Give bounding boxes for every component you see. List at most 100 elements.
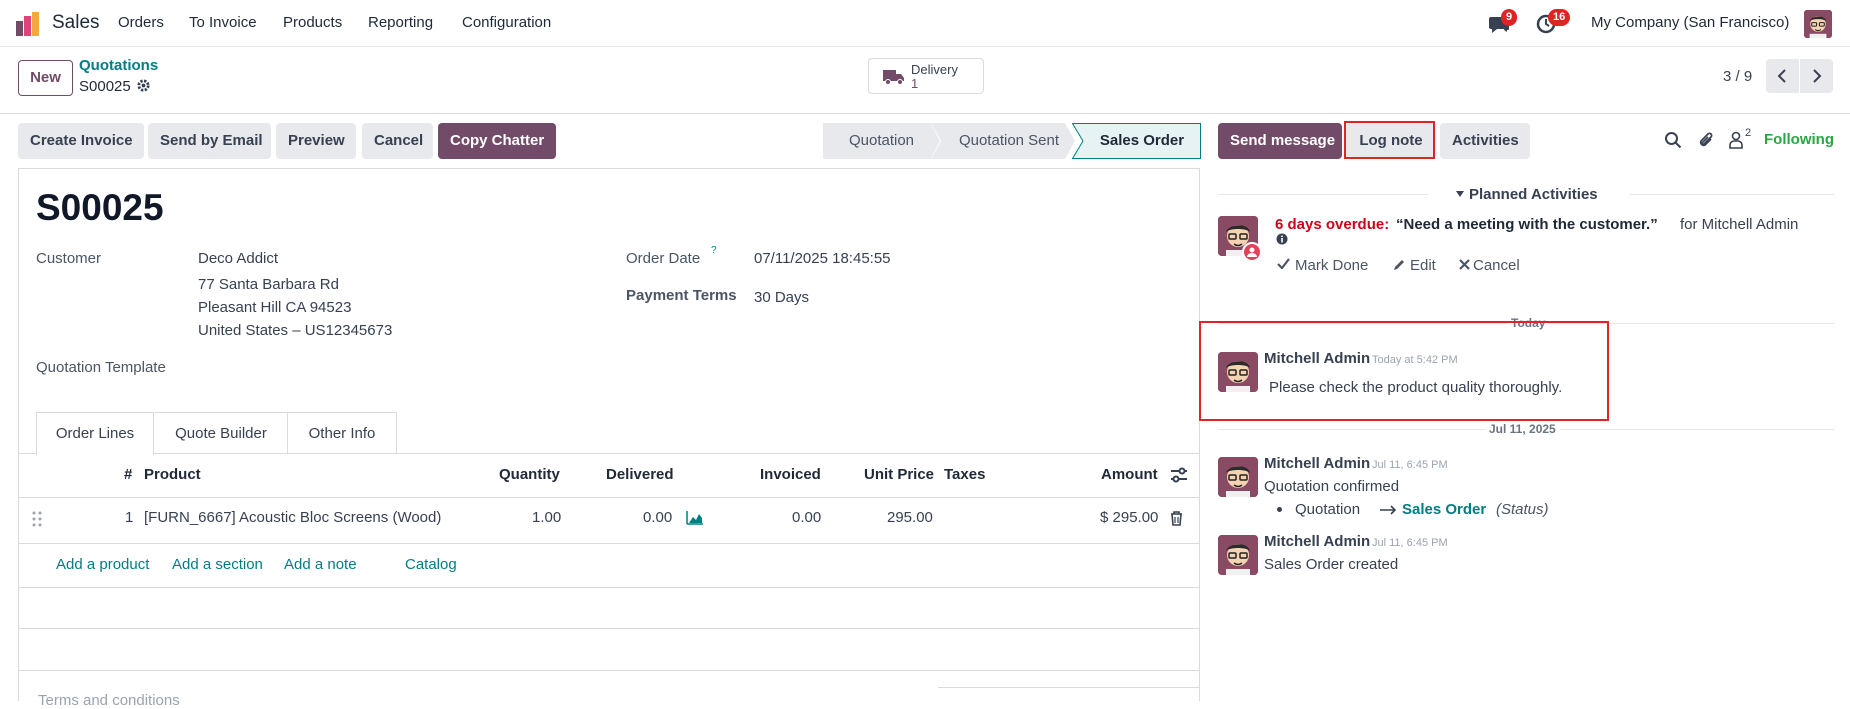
activity-overdue: 6 days overdue: — [1275, 216, 1390, 233]
following-button[interactable]: Following — [1764, 131, 1834, 148]
copy-chatter-button[interactable]: Copy Chatter — [438, 123, 556, 159]
order-date-value[interactable]: 07/11/2025 18:45:55 — [754, 250, 891, 267]
message-avatar-2 — [1218, 457, 1258, 497]
add-note-link[interactable]: Add a note — [284, 556, 357, 573]
check-icon[interactable] — [1277, 258, 1290, 269]
edit-activity-link[interactable]: Edit — [1410, 257, 1436, 274]
sales-app-icon[interactable] — [16, 12, 42, 36]
col-invoiced[interactable]: Invoiced — [760, 466, 821, 483]
tracking-field: (Status) — [1496, 501, 1549, 518]
gear-icon[interactable] — [136, 78, 151, 93]
col-amount[interactable]: Amount — [1101, 466, 1158, 483]
menu-products[interactable]: Products — [283, 14, 342, 31]
col-unit-price[interactable]: Unit Price — [864, 466, 934, 483]
followers-count: 2 — [1745, 127, 1752, 139]
payment-terms-label: Payment Terms — [626, 287, 737, 304]
tab-quote-builder[interactable]: Quote Builder — [155, 412, 288, 454]
empty-row-divider-2 — [18, 628, 1200, 629]
delivery-label: Delivery — [911, 62, 958, 77]
info-icon[interactable] — [1276, 233, 1288, 245]
times-icon[interactable] — [1459, 259, 1470, 270]
arrow-right-icon — [1380, 505, 1398, 515]
tab-order-lines[interactable]: Order Lines — [36, 412, 154, 455]
pencil-icon[interactable] — [1393, 258, 1406, 271]
message-time-3: Jul 11, 6:45 PM — [1372, 537, 1448, 549]
order-title: S00025 — [36, 187, 164, 228]
pager-next[interactable] — [1800, 59, 1833, 93]
row-quantity[interactable]: 1.00 — [532, 509, 561, 526]
delivery-count: 1 — [911, 76, 919, 91]
order-date-help[interactable]: ? — [711, 245, 717, 256]
quotation-template-label: Quotation Template — [36, 359, 166, 376]
add-section-link[interactable]: Add a section — [172, 556, 263, 573]
company-switcher[interactable]: My Company (San Francisco) — [1591, 14, 1789, 31]
pager-previous[interactable] — [1766, 59, 1799, 93]
user-avatar[interactable] — [1804, 10, 1832, 38]
row-product-link[interactable]: [FURN_6667] Acoustic Bloc Screens (Wood) — [144, 509, 441, 526]
forecast-chart-icon[interactable] — [686, 510, 704, 525]
message-author-3[interactable]: Mitchell Admin — [1264, 533, 1370, 550]
paperclip-icon[interactable] — [1697, 130, 1715, 150]
address-line-2: Pleasant Hill CA 94523 — [198, 299, 352, 316]
planned-divider-right — [1630, 194, 1834, 195]
create-invoice-button[interactable]: Create Invoice — [18, 123, 144, 159]
delivery-smart-button[interactable]: Delivery 1 — [868, 58, 984, 94]
search-icon[interactable] — [1664, 131, 1682, 149]
stage-quotation[interactable]: Quotation — [823, 123, 940, 159]
control-panel: New Quotations S00025 Delivery 1 3 / 9 — [0, 47, 1850, 114]
menu-reporting[interactable]: Reporting — [368, 14, 433, 31]
col-product[interactable]: Product — [144, 466, 201, 483]
address-line-3: United States – US12345673 — [198, 322, 393, 339]
catalog-link[interactable]: Catalog — [405, 556, 457, 573]
send-by-email-button[interactable]: Send by Email — [148, 123, 271, 159]
activities-button[interactable]: Activities — [1440, 123, 1530, 159]
empty-row-divider-3 — [18, 670, 1200, 671]
messages-badge: 9 — [1501, 9, 1518, 26]
row-amount: $ 295.00 — [1100, 509, 1159, 526]
preview-button[interactable]: Preview — [276, 123, 356, 159]
payment-terms-value[interactable]: 30 Days — [754, 289, 809, 306]
stage-sales-order[interactable]: Sales Order — [1072, 123, 1201, 159]
new-button[interactable]: New — [18, 60, 73, 96]
stage-quotation-sent[interactable]: Quotation Sent — [931, 123, 1075, 159]
truck-icon — [883, 68, 905, 86]
customer-link[interactable]: Deco Addict — [198, 250, 278, 267]
planned-activities-title[interactable]: Planned Activities — [1469, 186, 1598, 203]
activity-assignee: for Mitchell Admin — [1680, 216, 1799, 233]
activity-summary: “Need a meeting with the customer.” — [1396, 216, 1658, 233]
message-avatar-1 — [1218, 352, 1258, 392]
message-body-2: Quotation confirmed — [1264, 478, 1400, 495]
optional-columns-toggle-icon[interactable] — [1170, 467, 1188, 483]
message-author-1[interactable]: Mitchell Admin — [1264, 350, 1370, 367]
send-message-button[interactable]: Send message — [1218, 123, 1342, 159]
cancel-button[interactable]: Cancel — [362, 123, 433, 159]
add-product-link[interactable]: Add a product — [56, 556, 149, 573]
stage-sales-order-label: Sales Order — [1099, 132, 1185, 149]
col-quantity[interactable]: Quantity — [499, 466, 560, 483]
row-invoiced: 0.00 — [792, 509, 822, 526]
message-author-2[interactable]: Mitchell Admin — [1264, 455, 1370, 472]
totals-divider — [938, 687, 1200, 688]
menu-configuration[interactable]: Configuration — [462, 14, 551, 31]
caret-down-icon[interactable] — [1455, 189, 1465, 199]
menu-to-invoice[interactable]: To Invoice — [189, 14, 257, 31]
pager-value[interactable]: 3 / 9 — [1723, 68, 1752, 85]
col-delivered[interactable]: Delivered — [606, 466, 674, 483]
menu-orders[interactable]: Orders — [118, 14, 164, 31]
col-taxes[interactable]: Taxes — [944, 466, 985, 483]
breadcrumb-quotations[interactable]: Quotations — [79, 57, 158, 74]
app-name[interactable]: Sales — [52, 12, 100, 34]
tab-other-info[interactable]: Other Info — [288, 412, 397, 454]
cancel-activity-link[interactable]: Cancel — [1473, 257, 1520, 274]
message-time-1: Today at 5:42 PM — [1372, 354, 1458, 366]
log-note-highlight — [1344, 121, 1435, 159]
mark-done-link[interactable]: Mark Done — [1295, 257, 1368, 274]
row-unit-price[interactable]: 295.00 — [887, 509, 933, 526]
address-line-1: 77 Santa Barbara Rd — [198, 276, 339, 293]
drag-handle-icon[interactable] — [32, 511, 42, 527]
col-number: # — [124, 466, 133, 483]
followers-icon[interactable] — [1728, 131, 1744, 149]
delete-row-icon[interactable] — [1170, 511, 1183, 526]
message-time-2: Jul 11, 6:45 PM — [1372, 459, 1448, 471]
message-body-1: Please check the product quality thoroug… — [1269, 379, 1563, 396]
